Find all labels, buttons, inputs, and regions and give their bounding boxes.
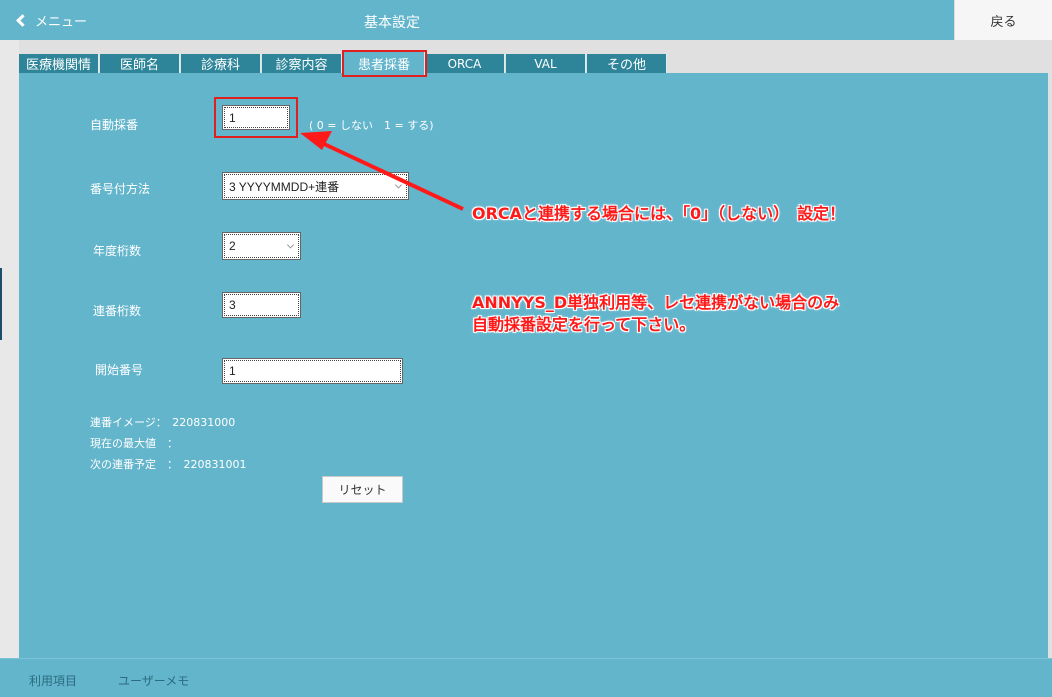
auto-number-input[interactable]: 1 <box>222 105 290 130</box>
settings-panel: 自動採番 1 ( 0 = しない 1 = する) 番号付方法 3 YYYYMMD… <box>19 73 1048 658</box>
tab-medical-institution[interactable]: 医療機関情 <box>19 54 99 73</box>
chevron-down-icon <box>286 241 295 249</box>
chevron-down-icon <box>394 181 403 189</box>
tab-other[interactable]: その他 <box>587 54 667 73</box>
next-serial-text: 次の連番予定 ： 220831001 <box>90 458 247 471</box>
right-strip <box>1048 40 1052 658</box>
serial-digits-value: 3 <box>229 298 236 312</box>
page-title: 基本設定 <box>364 15 420 31</box>
year-digits-value: 2 <box>229 239 236 253</box>
tab-exam-content[interactable]: 診察内容 <box>262 54 342 73</box>
tab-bar: 医療機関情 医師名 診療科 診察内容 患者採番 ORCA VAL その他 <box>19 50 1048 77</box>
year-digits-label: 年度桁数 <box>93 244 142 258</box>
tab-doctor-name[interactable]: 医師名 <box>100 54 180 73</box>
reset-button[interactable]: リセット <box>322 476 403 503</box>
back-button[interactable]: 戻る <box>954 0 1052 40</box>
left-strip <box>0 40 19 658</box>
year-digits-select[interactable]: 2 <box>222 232 301 260</box>
numbering-method-value: 3 YYYYMMDD+連番 <box>229 179 340 194</box>
tab-band <box>0 40 1052 51</box>
footer-bar: 利用項目 ユーザーメモ <box>0 658 1052 697</box>
serial-image-text: 連番イメージ： 220831000 <box>90 416 236 429</box>
tab-orca[interactable]: ORCA <box>425 54 505 73</box>
auto-number-label: 自動採番 <box>90 118 139 132</box>
header-bar: メニュー 基本設定 <box>0 0 954 40</box>
tab-department[interactable]: 診療科 <box>181 54 261 73</box>
annotation-standalone: ANNYYS_D単独利用等、レセ連携がない場合のみ <box>472 293 840 312</box>
start-number-label: 開始番号 <box>95 363 144 377</box>
auto-number-hint: ( 0 = しない 1 = する) <box>309 119 434 132</box>
tab-patient-numbering[interactable]: 患者採番 <box>342 50 427 77</box>
current-max-text: 現在の最大値 ： <box>90 437 178 450</box>
left-marker <box>0 268 2 340</box>
tab-val[interactable]: VAL <box>506 54 586 73</box>
numbering-method-select[interactable]: 3 YYYYMMDD+連番 <box>222 172 409 200</box>
start-number-input[interactable]: 1 <box>222 358 403 384</box>
footer-user-memo[interactable]: ユーザーメモ <box>118 672 189 689</box>
serial-digits-label: 連番桁数 <box>93 304 142 318</box>
auto-number-value: 1 <box>229 110 236 125</box>
serial-digits-input[interactable]: 3 <box>222 292 301 318</box>
start-number-value: 1 <box>229 364 236 378</box>
annotation-orca: ORCAと連携する場合には、「0」（しない） 設定！ <box>472 204 846 223</box>
numbering-method-label: 番号付方法 <box>90 182 151 196</box>
annotation-auto-numbering: 自動採番設定を行って下さい。 <box>472 315 696 334</box>
footer-usage-items[interactable]: 利用項目 <box>29 672 77 689</box>
